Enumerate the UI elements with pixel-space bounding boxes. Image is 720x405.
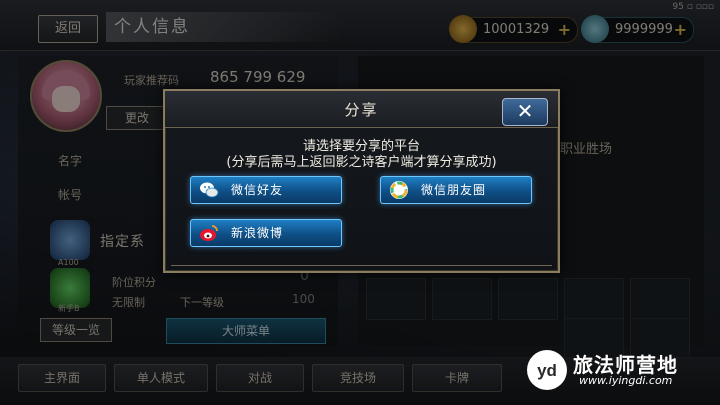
share-wechat-friends-button[interactable]: 微信好友 xyxy=(190,176,342,204)
share-weibo-label: 新浪微博 xyxy=(231,226,284,240)
dialog-divider xyxy=(171,265,552,266)
watermark: yd 旅法师营地 www.iyingdi.com xyxy=(527,346,713,392)
share-wechat-moments-button[interactable]: 微信朋友圈 xyxy=(380,176,532,204)
share-note: (分享后需马上返回影之诗客户端才算分享成功) xyxy=(226,155,497,170)
wechat-moments-icon xyxy=(390,181,408,199)
share-wechat-moments-label: 微信朋友圈 xyxy=(421,183,487,197)
share-wechat-friends-label: 微信好友 xyxy=(231,183,284,197)
dialog-title: 分享 xyxy=(344,101,379,119)
weibo-icon xyxy=(200,225,218,241)
watermark-url: www.iyingdi.com xyxy=(579,374,673,387)
close-button[interactable]: ✕ xyxy=(502,98,548,126)
svg-text:yd: yd xyxy=(537,361,557,380)
share-weibo-button[interactable]: 新浪微博 xyxy=(190,219,342,247)
wechat-icon xyxy=(200,182,219,198)
share-dialog: 分享 ✕ 请选择要分享的平台 (分享后需马上返回影之诗客户端才算分享成功) 微信… xyxy=(163,89,560,273)
watermark-logo: yd xyxy=(527,350,567,390)
close-icon: ✕ xyxy=(516,99,534,123)
